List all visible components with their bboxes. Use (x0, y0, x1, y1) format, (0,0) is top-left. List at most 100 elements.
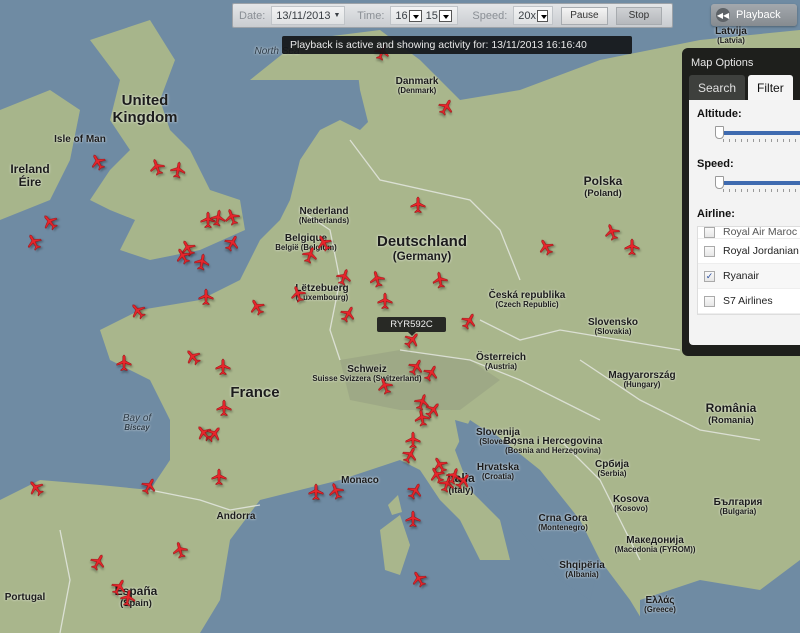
map-label-name: United (121, 92, 169, 109)
minute-dropdown-arrow-icon[interactable] (438, 9, 452, 22)
airplane-icon (407, 483, 422, 500)
map-options-tabs: Search Filter (689, 75, 800, 100)
rewind-icon: ◀◀ (716, 8, 730, 22)
flight-map[interactable]: United Kingdom Isle of Man Ireland Éire North… (0, 0, 800, 633)
aircraft-marker[interactable] (301, 246, 319, 264)
airline-checkbox[interactable] (704, 295, 715, 307)
aircraft-marker[interactable] (119, 589, 137, 607)
aircraft-marker[interactable] (431, 271, 449, 289)
map-label-subtitle: (Greece) (644, 605, 676, 614)
aircraft-marker[interactable] (223, 234, 241, 252)
map-label: Deutschland (Germany) (377, 233, 467, 263)
time-hour-value: 16 (395, 9, 408, 22)
map-options-title: Map Options (691, 57, 754, 69)
aircraft-marker[interactable] (223, 208, 241, 226)
aircraft-marker[interactable] (401, 446, 419, 464)
airline-item[interactable]: ✓ Ryanair (698, 264, 800, 289)
aircraft-marker[interactable] (215, 399, 233, 417)
aircraft-marker[interactable] (169, 161, 187, 179)
aircraft-marker[interactable] (129, 302, 147, 320)
airplane-icon (206, 427, 220, 443)
airline-item[interactable]: Royal Air Maroc (698, 227, 800, 239)
map-label: Crna Gora (Montenegro) (538, 513, 588, 533)
aircraft-marker[interactable] (140, 477, 158, 495)
map-label: Kosova (Kosovo) (613, 494, 649, 514)
aircraft-marker[interactable] (174, 247, 192, 265)
speed-value: 20x (518, 9, 537, 22)
altitude-slider-thumb[interactable] (715, 126, 724, 139)
map-label-name: Andorra (216, 511, 256, 522)
aircraft-marker[interactable] (623, 238, 641, 256)
airline-checkbox[interactable] (704, 245, 715, 257)
aircraft-marker[interactable] (376, 292, 394, 310)
aircraft-marker[interactable] (422, 364, 440, 382)
map-label: România (Romania) (706, 401, 757, 425)
airplane-icon (194, 253, 210, 271)
speed-slider-thumb[interactable] (715, 176, 724, 189)
tab-filter[interactable]: Filter (748, 75, 793, 100)
aircraft-marker[interactable] (89, 553, 107, 571)
aircraft-marker[interactable] (335, 268, 353, 286)
map-label: Portugal (5, 592, 46, 603)
playback-button[interactable]: ◀◀ Playback (711, 4, 797, 26)
aircraft-marker[interactable] (339, 305, 357, 323)
aircraft-marker[interactable] (171, 541, 189, 559)
aircraft-marker[interactable] (214, 358, 232, 376)
date-select[interactable]: 13/11/2013 ▼ (271, 6, 346, 25)
aircraft-marker[interactable] (410, 570, 428, 588)
aircraft-marker[interactable] (184, 348, 202, 366)
airplane-icon (44, 215, 58, 231)
airplane-icon (432, 271, 448, 289)
aircraft-marker[interactable] (41, 213, 59, 231)
aircraft-marker[interactable] (248, 298, 266, 316)
aircraft-marker[interactable] (205, 425, 223, 443)
altitude-slider[interactable] (715, 124, 800, 150)
speed-label: Speed: (472, 9, 508, 22)
aircraft-marker[interactable] (89, 153, 107, 171)
aircraft-marker[interactable] (327, 482, 345, 500)
aircraft-marker[interactable] (537, 238, 555, 256)
stop-button[interactable]: Stop (615, 6, 663, 25)
aircraft-marker[interactable] (197, 288, 215, 306)
speed-filter-label: Speed: (697, 158, 734, 170)
hour-dropdown-arrow-icon[interactable] (408, 9, 422, 22)
aircraft-marker[interactable] (406, 482, 424, 500)
map-label: Hrvatska (Croatia) (477, 462, 519, 482)
aircraft-marker[interactable] (413, 409, 431, 427)
map-label-subtitle: (Netherlands) (298, 216, 350, 225)
airline-list[interactable]: Royal Air Maroc Royal Jordanian ✓ Ryanai… (697, 226, 800, 315)
map-options-panel: Map Options Search Filter Altitude: Spee… (682, 48, 800, 356)
aircraft-marker[interactable] (25, 233, 43, 251)
airplane-icon (216, 399, 232, 417)
aircraft-marker[interactable] (210, 468, 228, 486)
aircraft-marker[interactable] (454, 472, 472, 490)
aircraft-marker[interactable] (437, 98, 455, 116)
airline-checkbox[interactable] (704, 227, 715, 238)
tab-search[interactable]: Search (689, 75, 746, 100)
aircraft-marker[interactable] (289, 285, 307, 303)
map-label-subtitle: (Serbia) (597, 469, 627, 478)
airline-item[interactable]: S7 Airlines (698, 289, 800, 314)
airplane-icon (116, 354, 132, 372)
aircraft-marker[interactable] (148, 158, 166, 176)
aircraft-marker[interactable] (193, 253, 211, 271)
aircraft-marker[interactable] (376, 377, 394, 395)
airline-checkbox-checked[interactable]: ✓ (704, 270, 715, 282)
speed-slider[interactable] (715, 174, 800, 200)
time-minute-value: 15 (425, 9, 438, 22)
airplane-icon (402, 447, 417, 464)
aircraft-marker[interactable] (603, 223, 621, 241)
map-label: Monaco (341, 475, 379, 486)
aircraft-marker[interactable] (409, 196, 427, 214)
map-label-subtitle: (Czech Republic) (495, 300, 559, 309)
aircraft-marker[interactable] (307, 483, 325, 501)
aircraft-marker[interactable] (368, 270, 386, 288)
aircraft-marker[interactable] (460, 312, 478, 330)
aircraft-marker[interactable] (404, 510, 422, 528)
aircraft-marker[interactable] (27, 479, 45, 497)
speed-select[interactable]: 20x (513, 6, 554, 25)
airline-item[interactable]: Royal Jordanian (698, 239, 800, 264)
pause-button[interactable]: Pause (561, 6, 608, 25)
map-label: Shqipëria (Albania) (559, 560, 605, 580)
aircraft-marker[interactable] (115, 354, 133, 372)
